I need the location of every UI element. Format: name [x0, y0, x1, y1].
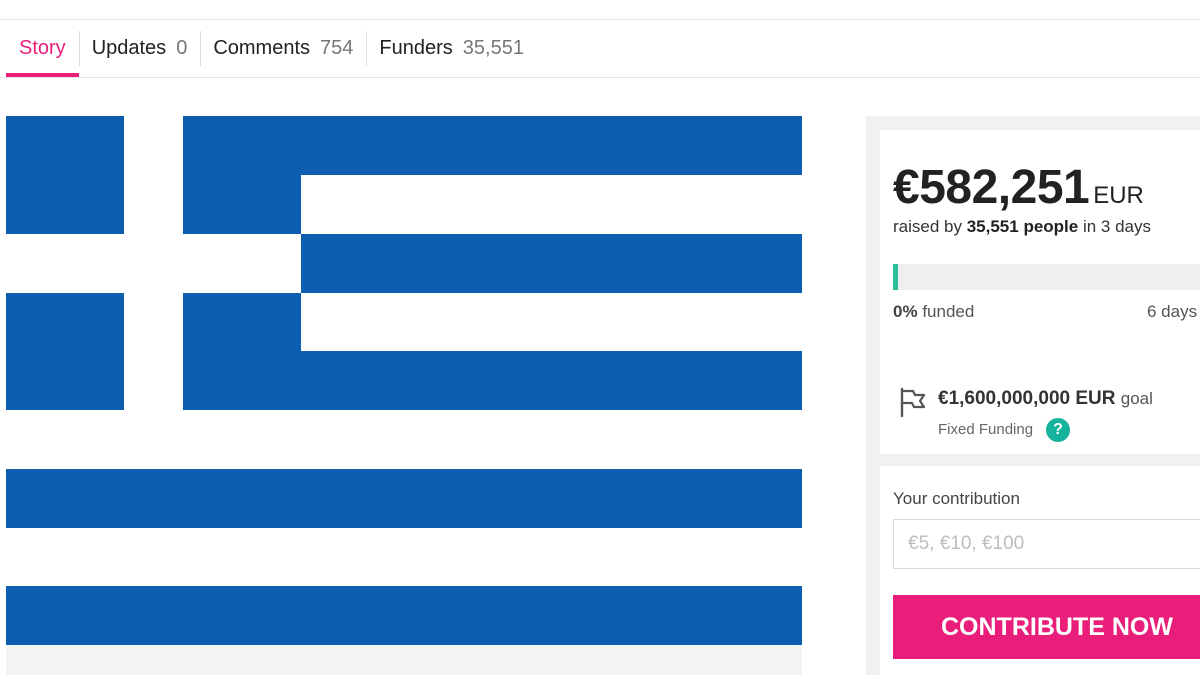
amount-raised: €582,251	[893, 161, 1090, 214]
tab-comments-label: Comments	[213, 37, 311, 59]
tab-funders-count: 35,551	[462, 37, 524, 59]
raised-by-line: raised by 35,551 people in 3 days	[893, 217, 1151, 237]
campaign-image	[6, 116, 802, 675]
tab-updates[interactable]: Updates 0	[78, 20, 201, 77]
tab-comments-count: 754	[320, 37, 354, 59]
flag-stripe	[6, 586, 802, 645]
flag-cross-horizontal	[6, 234, 301, 293]
funding-type: Fixed Funding	[938, 421, 1034, 438]
contribution-amount-input[interactable]	[893, 519, 1200, 569]
question-mark-icon[interactable]: ?	[1046, 418, 1070, 442]
tab-comments[interactable]: Comments 754	[200, 20, 366, 77]
tabs-divider	[0, 77, 1200, 78]
tab-funders[interactable]: Funders 35,551	[366, 20, 537, 77]
campaign-tabs: Story Updates 0 Comments 754 Funders 35,…	[6, 20, 537, 77]
raised-people: 35,551 people	[966, 217, 1079, 236]
funding-progress-bar	[893, 264, 1200, 290]
goal-line: €1,600,000,000 EUR goal	[938, 388, 1153, 410]
campaign-page: Story Updates 0 Comments 754 Funders 35,…	[0, 0, 1200, 675]
flag-icon	[900, 387, 926, 418]
tab-updates-count: 0	[176, 37, 188, 59]
amount-currency: EUR	[1093, 182, 1144, 209]
contribution-label: Your contribution	[893, 489, 1020, 508]
funded-status: 0% funded	[893, 302, 974, 322]
funded-percent: 0%	[893, 302, 918, 321]
goal-word: goal	[1120, 389, 1153, 408]
greek-flag-image	[6, 116, 802, 645]
amount-raised-row: €582,251 EUR	[893, 160, 1144, 215]
contribute-now-button[interactable]: CONTRIBUTE NOW	[893, 595, 1200, 659]
flag-stripe	[6, 469, 802, 528]
raised-suffix: in 3 days	[1082, 217, 1152, 236]
funded-word: funded	[922, 302, 975, 321]
tab-updates-label: Updates	[91, 37, 167, 59]
tab-story-label: Story	[19, 37, 66, 59]
funding-progress-fill	[893, 264, 898, 290]
days-left: 6 days	[1147, 302, 1198, 321]
goal-amount: €1,600,000,000 EUR	[938, 388, 1116, 409]
tab-funders-label: Funders	[379, 37, 453, 59]
raised-prefix: raised by	[893, 217, 962, 236]
tab-story[interactable]: Story	[6, 20, 79, 77]
